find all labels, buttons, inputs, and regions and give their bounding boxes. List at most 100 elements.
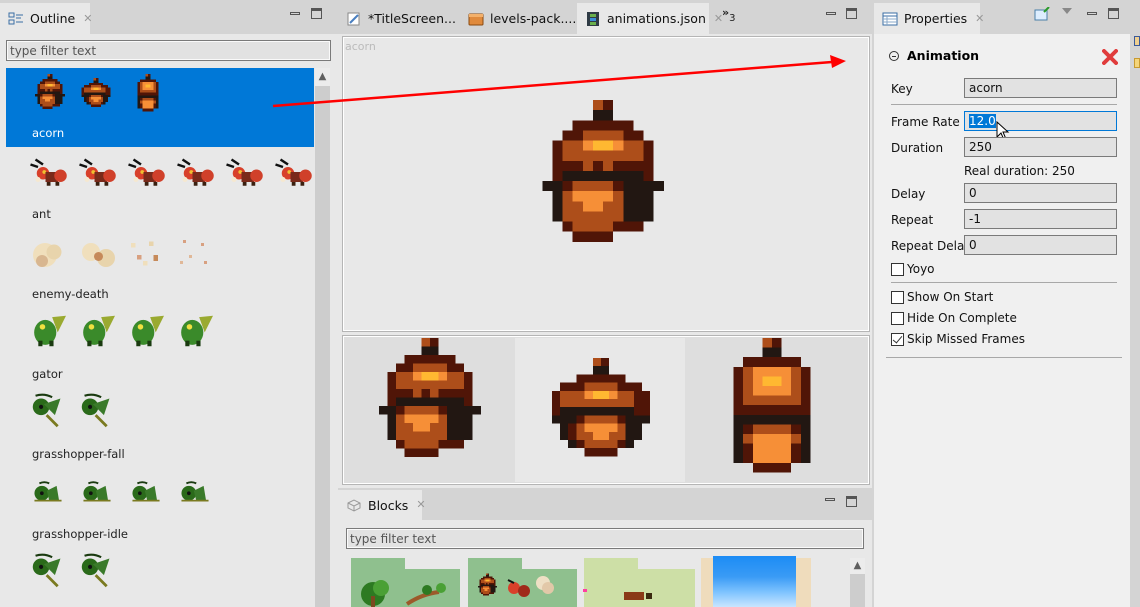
tab-outline-label: Outline xyxy=(30,11,76,26)
repeat-delay-field[interactable]: 0 xyxy=(964,235,1117,255)
toolbar-icon[interactable] xyxy=(1134,36,1140,46)
delay-field[interactable]: 0 xyxy=(964,183,1117,203)
list-item-label: gator xyxy=(32,367,63,381)
close-icon[interactable]: ✕ xyxy=(83,12,92,25)
real-duration-text: Real duration: 250 xyxy=(964,164,1075,178)
view-menu-chevron-icon[interactable] xyxy=(1062,8,1072,14)
hide-on-complete-checkbox[interactable]: Hide On Complete xyxy=(891,311,1017,325)
maximize-button[interactable] xyxy=(311,8,322,19)
block-tile-ground[interactable] xyxy=(583,558,695,607)
outline-filter-input[interactable] xyxy=(6,40,331,61)
tab-blocks[interactable]: Blocks ✕ xyxy=(338,490,426,520)
list-item-enemy-death[interactable]: enemy-death xyxy=(6,227,314,307)
block-tile-sprites[interactable] xyxy=(468,558,577,607)
tab-label: *TitleScreen... xyxy=(368,11,456,26)
maximize-button[interactable] xyxy=(1108,8,1119,19)
duration-label: Duration xyxy=(891,141,944,155)
checkbox-label: Hide On Complete xyxy=(907,311,1017,325)
block-tile-sky[interactable] xyxy=(701,556,811,607)
blocks-filter-input[interactable] xyxy=(346,528,864,549)
duration-field[interactable]: 250 xyxy=(964,137,1117,157)
properties-icon xyxy=(882,11,898,27)
key-field[interactable]: acorn xyxy=(964,78,1117,98)
ant-sprite-frame xyxy=(274,158,313,187)
list-item-acorn[interactable]: acorn xyxy=(6,68,314,147)
acorn-sprite-frame xyxy=(34,74,66,117)
tab-overflow-button[interactable]: »3 xyxy=(722,6,735,24)
minimize-button[interactable] xyxy=(826,12,836,15)
list-item-grasshopper-idle[interactable]: grasshopper-idle xyxy=(6,467,314,547)
frame-cell[interactable] xyxy=(345,338,515,482)
frames-strip xyxy=(342,335,870,485)
scene-file-icon xyxy=(346,11,362,27)
list-item-label: grasshopper-idle xyxy=(32,527,128,541)
list-item-ant[interactable]: ant xyxy=(6,147,314,227)
separator xyxy=(891,282,1117,283)
list-item-label: acorn xyxy=(32,126,65,140)
repeat-field[interactable]: -1 xyxy=(964,209,1117,229)
list-item-grasshopper-fall[interactable]: grasshopper-fall xyxy=(6,387,314,467)
maximize-button[interactable] xyxy=(846,496,857,507)
checkbox-box[interactable] xyxy=(891,332,904,346)
tab-blocks-label: Blocks xyxy=(368,497,409,513)
maximize-button[interactable] xyxy=(846,8,857,19)
tab-properties[interactable]: Properties ✕ xyxy=(874,3,984,34)
overflow-count: 3 xyxy=(729,13,736,24)
close-icon[interactable]: ✕ xyxy=(416,499,425,511)
list-item-label: grasshopper-fall xyxy=(32,447,125,461)
separator xyxy=(891,104,1117,105)
tab-titlescreen[interactable]: *TitleScreen... xyxy=(338,3,464,34)
outline-scrollbar[interactable]: ▲ xyxy=(315,68,330,607)
list-item-gator[interactable]: gator xyxy=(6,307,314,387)
blocks-tabbar: Blocks ✕ xyxy=(338,488,872,520)
gator-sprite-frame xyxy=(181,315,213,347)
grasshopper-idle-sprite-frame xyxy=(33,481,63,502)
grasshopper-idle-sprite-frame xyxy=(180,481,210,502)
editor-panel: *TitleScreen... levels-pack.... animatio… xyxy=(338,0,872,488)
section-title: Animation xyxy=(907,48,980,63)
key-label: Key xyxy=(891,82,913,96)
editor-content: acorn xyxy=(338,34,872,488)
delete-icon xyxy=(1102,49,1118,65)
tab-outline[interactable]: Outline ✕ xyxy=(0,3,92,34)
minimize-button[interactable] xyxy=(825,498,835,501)
delay-label: Delay xyxy=(891,187,926,201)
frame-cell[interactable] xyxy=(515,338,685,482)
frame-rate-label: Frame Rate xyxy=(891,115,960,129)
frame-cell[interactable] xyxy=(685,338,859,482)
list-item-grasshopper-jump[interactable] xyxy=(6,547,314,607)
checkbox-box[interactable] xyxy=(891,262,904,276)
repeat-label: Repeat xyxy=(891,213,934,227)
blocks-scrollbar[interactable]: ▲ xyxy=(850,558,865,607)
show-on-start-checkbox[interactable]: Show On Start xyxy=(891,290,993,304)
acorn-sprite-frame xyxy=(134,74,162,117)
tab-levels-pack[interactable]: levels-pack.... xyxy=(460,3,584,34)
outline-tabbar: Outline ✕ xyxy=(0,0,338,34)
toolbar-icon[interactable] xyxy=(1134,58,1140,68)
delete-animation-button[interactable] xyxy=(1102,49,1118,65)
collapse-icon[interactable] xyxy=(889,50,899,61)
scroll-up-arrow[interactable]: ▲ xyxy=(850,558,865,574)
editor-tabbar: *TitleScreen... levels-pack.... animatio… xyxy=(338,0,872,34)
preview-sprite xyxy=(541,100,665,265)
checkbox-box[interactable] xyxy=(891,290,904,304)
gator-sprite-frame xyxy=(83,315,115,347)
tab-animations-json[interactable]: animations.json ✕ xyxy=(577,3,723,34)
checkbox-box[interactable] xyxy=(891,311,904,325)
skip-missed-frames-checkbox[interactable]: Skip Missed Frames xyxy=(891,332,1025,346)
grasshopper-idle-sprite-frame xyxy=(131,481,161,502)
blocks-icon xyxy=(346,497,362,513)
minimize-button[interactable] xyxy=(1087,12,1097,15)
frame-rate-field[interactable]: 12.0 xyxy=(964,111,1117,131)
minimize-button[interactable] xyxy=(290,12,300,15)
close-icon[interactable]: ✕ xyxy=(975,12,984,25)
separator xyxy=(886,357,1122,358)
animation-section-header[interactable]: Animation xyxy=(889,48,979,63)
yoyo-checkbox[interactable]: Yoyo xyxy=(891,262,935,276)
pack-file-icon xyxy=(468,11,484,27)
properties-tabbar: Properties ✕ xyxy=(872,0,1140,34)
scroll-up-arrow[interactable]: ▲ xyxy=(315,68,330,86)
ant-sprite-frame xyxy=(29,158,68,187)
pin-view-button[interactable] xyxy=(1034,6,1050,24)
block-tile-trees[interactable] xyxy=(351,558,460,607)
